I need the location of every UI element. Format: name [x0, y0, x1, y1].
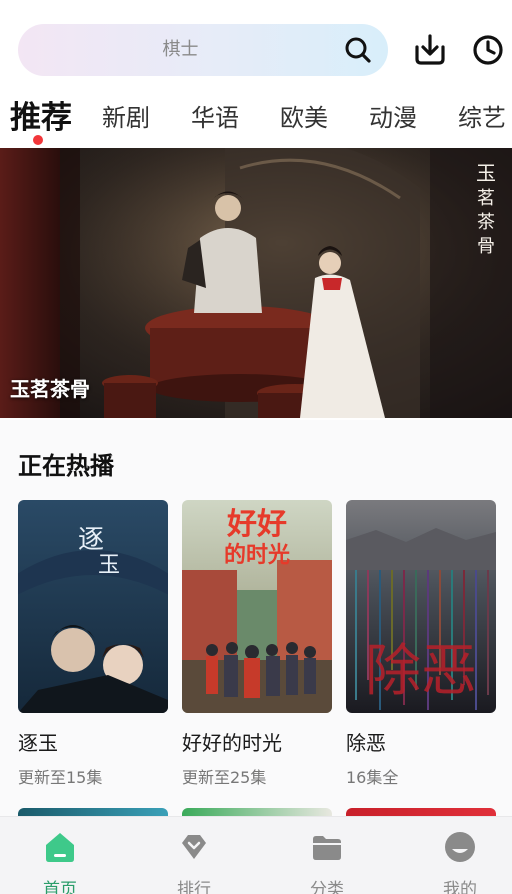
show-logo-watermark: 玉 茗 茶 骨	[476, 161, 496, 257]
tab-chinese[interactable]: 华语	[191, 98, 239, 133]
show-title[interactable]: 除恶	[346, 727, 496, 756]
search-placeholder[interactable]: 棋士	[18, 24, 343, 76]
logo-char-2: 茗	[477, 188, 495, 209]
episode-status: 更新至25集	[182, 768, 267, 787]
category-tabs: 推荐 新剧 华语 欧美 动漫 综艺	[0, 86, 512, 146]
nav-category[interactable]: 分类	[277, 817, 377, 894]
logo-char-4: 骨	[477, 236, 495, 257]
show-card[interactable]: 除恶 除恶 16集全	[346, 500, 496, 788]
tab-anime[interactable]: 动漫	[369, 98, 417, 133]
search-bar[interactable]: 棋士	[18, 24, 388, 76]
svg-text:的时光: 的时光	[224, 542, 290, 568]
featured-banner[interactable]: 玉 茗 茶 骨 玉茗茶骨	[0, 148, 512, 418]
tab-recommend[interactable]: 推荐	[10, 92, 72, 137]
bottom-navigation: 首页 排行 分类 我的	[0, 816, 512, 894]
show-card[interactable]: 好好 的时光 好好的时光 更新至25集	[182, 500, 332, 788]
poster-title-text: 除恶	[365, 639, 477, 704]
episode-status: 16集全	[346, 768, 399, 787]
poster-image[interactable]: 好好 的时光	[182, 500, 332, 713]
show-title[interactable]: 好好的时光	[182, 727, 332, 756]
show-card[interactable]: 逐 玉 逐玉 更新至15集	[18, 500, 168, 788]
nav-ranking[interactable]: 排行	[144, 817, 244, 894]
logo-char-3: 茶	[477, 212, 495, 233]
poster-image[interactable]: 逐 玉	[18, 500, 168, 713]
poster-image[interactable]: 除恶	[346, 500, 496, 713]
poster-art: 逐 玉	[18, 500, 168, 713]
section-title: 正在热播	[18, 452, 114, 480]
tab-variety[interactable]: 综艺	[458, 98, 506, 133]
download-icon[interactable]	[413, 33, 447, 67]
history-icon[interactable]	[471, 33, 505, 67]
poster-title-text: 逐	[78, 525, 104, 555]
now-playing-section: 正在热播 逐 玉 逐玉 更新至15集 好好 的时光 好好的时光 更新至25集 除…	[0, 420, 512, 820]
tab-new-drama[interactable]: 新剧	[102, 98, 150, 133]
tab-western[interactable]: 欧美	[280, 98, 328, 133]
category-icon	[313, 836, 341, 860]
ranking-icon	[182, 835, 206, 859]
nav-label: 首页	[43, 880, 77, 894]
profile-icon	[445, 832, 475, 862]
banner-title: 玉茗茶骨	[10, 377, 90, 401]
show-title[interactable]: 逐玉	[18, 727, 168, 756]
nav-home[interactable]: 首页	[10, 817, 110, 894]
poster-title-text: 好好	[226, 507, 287, 542]
poster-art: 除恶	[346, 500, 496, 713]
nav-profile[interactable]: 我的	[410, 817, 510, 894]
home-icon	[46, 833, 74, 862]
svg-text:玉: 玉	[98, 553, 120, 578]
nav-label: 排行	[177, 880, 211, 894]
active-tab-indicator	[33, 135, 43, 145]
poster-art: 好好 的时光	[182, 500, 332, 713]
episode-status: 更新至15集	[18, 768, 103, 787]
logo-char-1: 玉	[476, 161, 496, 185]
nav-label: 我的	[443, 880, 477, 894]
nav-label: 分类	[310, 880, 344, 894]
top-bar: 棋士	[0, 0, 512, 86]
search-icon[interactable]	[344, 36, 372, 64]
